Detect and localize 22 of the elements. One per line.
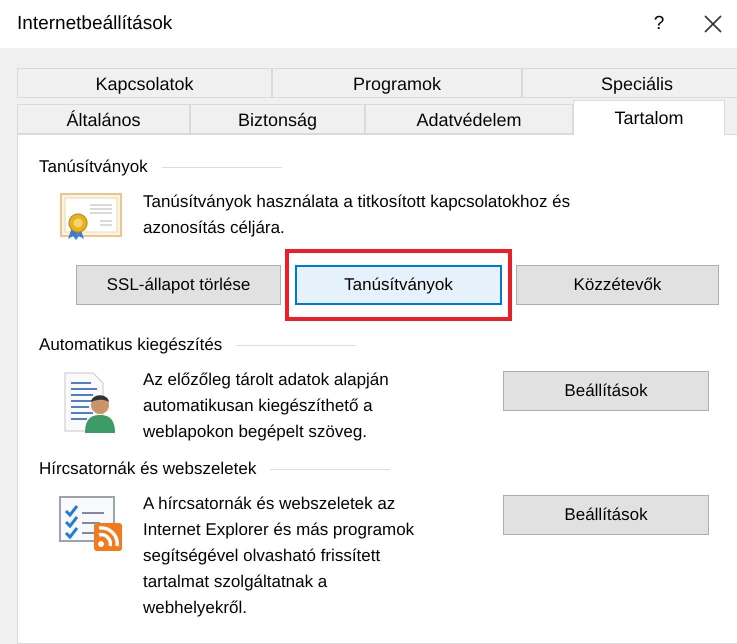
dialog-button[interactable]: Tanúsítványok <box>295 265 502 305</box>
section-description: Tanúsítványok használata a titkosított kapcsolatokhoz és azonosítás céljára. <box>143 191 572 239</box>
section-heading: Hírcsatornák és webszeletek <box>39 459 256 479</box>
tab[interactable]: Adatvédelem <box>365 104 573 134</box>
dialog-button[interactable]: Beállítások <box>503 495 709 535</box>
section-heading: Automatikus kiegészítés <box>39 335 222 355</box>
tab[interactable]: Kapcsolatok <box>17 68 272 98</box>
dialog-button[interactable]: Közzétevők <box>516 265 719 305</box>
window-title: Internetbeállítások <box>17 13 174 35</box>
section-heading: Tanúsítványok <box>39 157 148 177</box>
close-icon[interactable] <box>703 14 723 34</box>
tab[interactable]: Biztonság <box>190 104 365 134</box>
tab[interactable]: Tartalom <box>573 100 725 135</box>
tab[interactable]: Speciális <box>522 68 737 98</box>
checklist-feed-icon <box>58 495 124 553</box>
help-button[interactable]: ? <box>629 13 689 35</box>
section-description: Az előzőleg tárolt adatok alapján automatikusan kiegészíthető a weblapokon begépelt szöveg. <box>143 369 390 443</box>
section-description: A hírcsatornák és webszeletek az Internet Explorer és más programok segítségével olvasható frissített tartalmat szolgáltatnak a webhelyekről. <box>143 493 416 619</box>
dialog-button[interactable]: SSL-állapot törlése <box>76 265 281 305</box>
tab[interactable]: Általános <box>17 104 190 134</box>
dialog-button[interactable]: Beállítások <box>503 371 709 411</box>
tab[interactable]: Programok <box>272 68 522 98</box>
